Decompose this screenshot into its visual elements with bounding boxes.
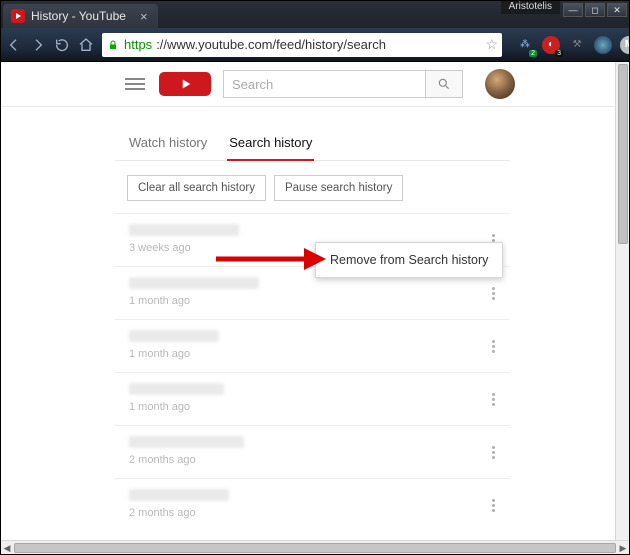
extension-icons: ⁂2 ◐3 ⚒ M [516, 36, 630, 54]
address-bar[interactable]: https ://www.youtube.com/feed/history/se… [102, 33, 502, 57]
reload-button[interactable] [54, 36, 70, 54]
page-viewport: Watch history Search history Clear all s… [0, 62, 630, 540]
item-menu-icon[interactable] [486, 283, 500, 303]
history-query-redacted [129, 224, 239, 236]
extension-icon-1[interactable]: ⁂2 [516, 36, 534, 54]
item-menu-icon[interactable] [486, 389, 500, 409]
url-path: ://www.youtube.com/feed/history/search [156, 37, 386, 52]
url-scheme: https [124, 37, 152, 52]
home-button[interactable] [78, 36, 94, 54]
horizontal-scrollbar[interactable]: ◀ ▶ [0, 540, 630, 555]
youtube-logo[interactable] [159, 72, 211, 96]
history-query-redacted [129, 383, 224, 395]
history-item: 2 months ago [115, 425, 510, 478]
tab-close-icon[interactable]: × [140, 9, 148, 24]
horizontal-scrollbar-thumb[interactable] [14, 543, 616, 553]
history-item-time: 2 months ago [129, 507, 496, 519]
annotation-arrow [216, 245, 326, 278]
window-titlebar: History - YouTube × Aristotelis — ◻ ✕ [0, 0, 630, 28]
history-item: 1 month ago [115, 372, 510, 425]
history-item-time: 1 month ago [129, 348, 496, 360]
forward-button[interactable] [30, 36, 46, 54]
item-menu-icon[interactable] [486, 442, 500, 462]
search-input[interactable] [223, 70, 425, 98]
avatar[interactable] [485, 69, 515, 99]
youtube-header [0, 62, 630, 107]
history-tabs: Watch history Search history [115, 127, 510, 161]
browser-tab[interactable]: History - YouTube × [3, 4, 158, 28]
maximize-button[interactable]: ◻ [585, 3, 605, 17]
pause-history-button[interactable]: Pause search history [274, 175, 403, 201]
browser-toolbar: https ://www.youtube.com/feed/history/se… [0, 28, 630, 62]
window-controls: — ◻ ✕ [563, 3, 627, 17]
item-menu-icon[interactable] [486, 495, 500, 515]
tab-search-history[interactable]: Search history [227, 127, 314, 160]
history-query-redacted [129, 330, 219, 342]
bookmark-star-icon[interactable]: ☆ [485, 36, 498, 53]
lock-icon [106, 38, 120, 52]
history-panel: Watch history Search history Clear all s… [115, 127, 510, 531]
vertical-scrollbar-thumb[interactable] [618, 64, 628, 244]
youtube-favicon [11, 9, 25, 23]
ext-badge-1: 2 [529, 50, 537, 57]
history-item-time: 1 month ago [129, 401, 496, 413]
vertical-scrollbar[interactable] [615, 62, 630, 540]
context-menu-remove[interactable]: Remove from Search history [315, 242, 503, 278]
ext-badge-2: 3 [555, 50, 563, 57]
search-button[interactable] [425, 70, 463, 98]
history-item: 2 months ago [115, 478, 510, 531]
extension-icon-2[interactable]: ◐3 [542, 36, 560, 54]
extension-icon-3[interactable]: ⚒ [568, 36, 586, 54]
history-query-redacted [129, 489, 229, 501]
item-menu-icon[interactable] [486, 336, 500, 356]
tab-title: History - YouTube [31, 9, 126, 23]
history-query-redacted [129, 277, 259, 289]
history-actions: Clear all search history Pause search hi… [115, 161, 510, 213]
tab-watch-history[interactable]: Watch history [127, 127, 209, 160]
back-button[interactable] [6, 36, 22, 54]
guide-menu-icon[interactable] [125, 74, 145, 94]
history-item-time: 1 month ago [129, 295, 496, 307]
hscroll-right-icon[interactable]: ▶ [616, 541, 630, 555]
search-box [223, 70, 463, 98]
extension-icon-4[interactable] [594, 36, 612, 54]
minimize-button[interactable]: — [563, 3, 583, 17]
extension-icon-5[interactable]: M [620, 36, 630, 54]
history-query-redacted [129, 436, 244, 448]
close-button[interactable]: ✕ [607, 3, 627, 17]
hscroll-left-icon[interactable]: ◀ [0, 541, 14, 555]
clear-all-button[interactable]: Clear all search history [127, 175, 266, 201]
history-item-time: 2 months ago [129, 454, 496, 466]
chrome-profile-label[interactable]: Aristotelis [501, 0, 560, 14]
history-item: 1 month ago [115, 319, 510, 372]
